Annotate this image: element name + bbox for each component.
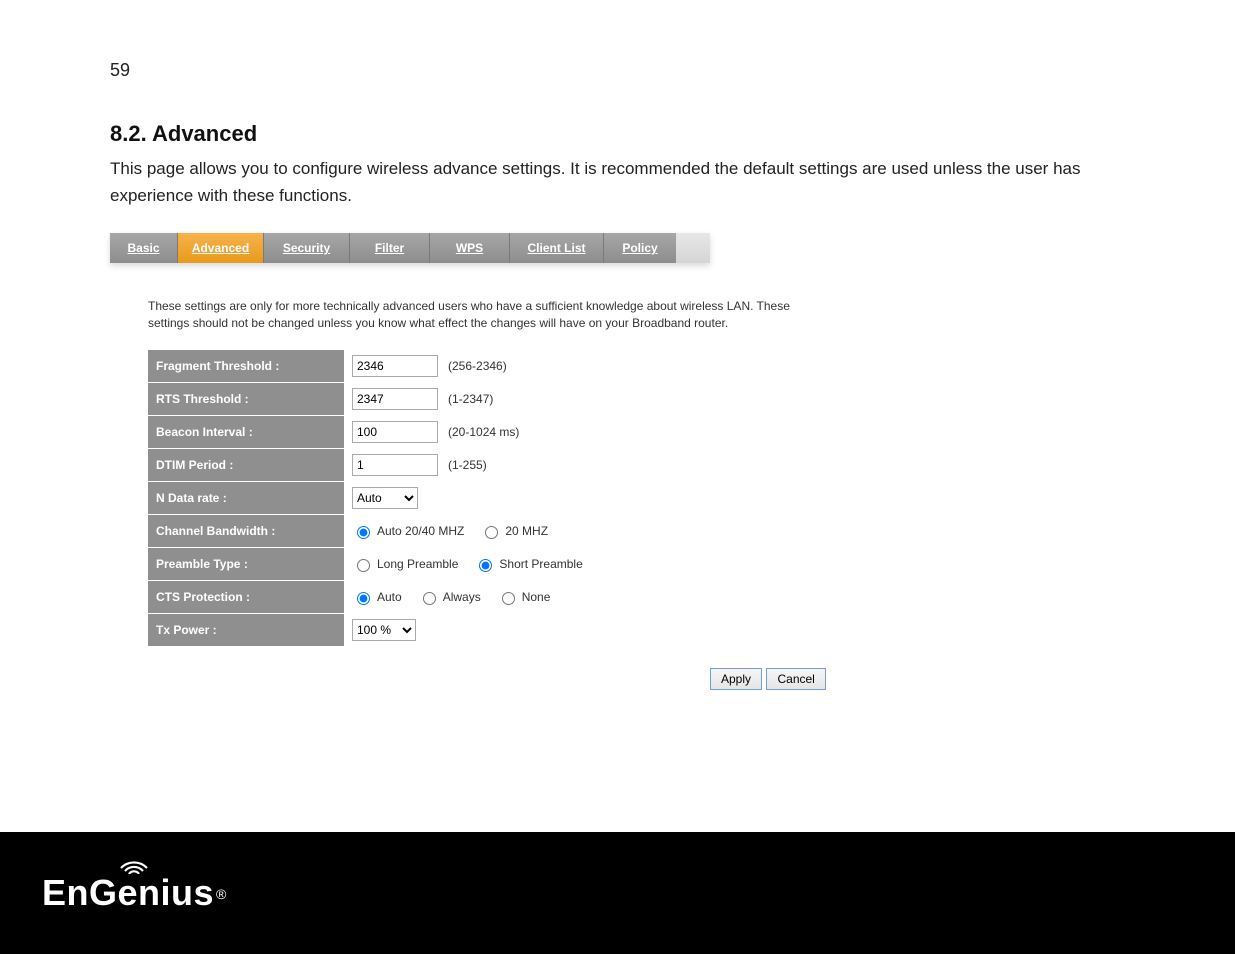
row-cts-protection: CTS Protection : Auto Always None (148, 581, 1125, 613)
engenius-logo: EnGenius® (42, 872, 226, 914)
radio-preamble-short-text: Short Preamble (499, 557, 582, 571)
logo-text: EnGenius (42, 872, 214, 913)
select-tx-power[interactable]: 100 % (352, 619, 416, 641)
radio-cts-auto[interactable] (357, 592, 370, 605)
radio-cts-auto-label[interactable]: Auto (352, 589, 402, 605)
radio-preamble-long-label[interactable]: Long Preamble (352, 556, 458, 572)
tab-security[interactable]: Security (264, 233, 350, 263)
radio-cts-none[interactable] (502, 592, 515, 605)
tab-policy[interactable]: Policy (604, 233, 676, 263)
hint-dtim-period: (1-255) (448, 458, 487, 472)
hint-beacon-interval: (20-1024 ms) (448, 425, 519, 439)
radio-cts-none-text: None (522, 590, 551, 604)
row-fragment-threshold: Fragment Threshold : (256-2346) (148, 350, 1125, 382)
row-tx-power: Tx Power : 100 % (148, 614, 1125, 646)
router-ui-screenshot: Basic Advanced Security Filter WPS Clien… (110, 229, 1125, 690)
logo-registered: ® (216, 886, 226, 902)
row-n-data-rate: N Data rate : Auto (148, 482, 1125, 514)
tab-basic[interactable]: Basic (110, 233, 178, 263)
radio-preamble-short[interactable] (479, 559, 492, 572)
label-preamble-type: Preamble Type : (148, 548, 344, 580)
input-dtim-period[interactable] (352, 454, 438, 476)
row-preamble-type: Preamble Type : Long Preamble Short Prea… (148, 548, 1125, 580)
section-heading: 8.2. Advanced (110, 121, 1125, 147)
warning-text: These settings are only for more technic… (148, 298, 808, 332)
radio-chbw-20[interactable] (485, 526, 498, 539)
label-rts-threshold: RTS Threshold : (148, 383, 344, 415)
tab-advanced[interactable]: Advanced (178, 233, 264, 263)
radio-cts-always[interactable] (423, 592, 436, 605)
radio-chbw-20-label[interactable]: 20 MHZ (480, 523, 548, 539)
radio-cts-always-text: Always (443, 590, 481, 604)
label-cts-protection: CTS Protection : (148, 581, 344, 613)
label-tx-power: Tx Power : (148, 614, 344, 646)
hint-rts-threshold: (1-2347) (448, 392, 493, 406)
tab-bar: Basic Advanced Security Filter WPS Clien… (110, 233, 710, 263)
radio-chbw-auto-text: Auto 20/40 MHZ (377, 524, 464, 538)
radio-chbw-auto[interactable] (357, 526, 370, 539)
input-beacon-interval[interactable] (352, 421, 438, 443)
radio-cts-none-label[interactable]: None (497, 589, 551, 605)
cancel-button[interactable]: Cancel (766, 668, 825, 690)
section-intro: This page allows you to configure wirele… (110, 155, 1125, 209)
tab-filter[interactable]: Filter (350, 233, 430, 263)
settings-table: Fragment Threshold : (256-2346) RTS Thre… (148, 350, 1125, 646)
input-fragment-threshold[interactable] (352, 355, 438, 377)
radio-preamble-short-label[interactable]: Short Preamble (474, 556, 582, 572)
apply-button[interactable]: Apply (710, 668, 762, 690)
page-footer: EnGenius® (0, 832, 1235, 954)
button-row: Apply Cancel (110, 668, 1125, 690)
select-n-data-rate[interactable]: Auto (352, 487, 418, 509)
radio-preamble-long[interactable] (357, 559, 370, 572)
label-n-data-rate: N Data rate : (148, 482, 344, 514)
label-beacon-interval: Beacon Interval : (148, 416, 344, 448)
radio-cts-auto-text: Auto (377, 590, 402, 604)
radio-chbw-20-text: 20 MHZ (505, 524, 548, 538)
label-channel-bandwidth: Channel Bandwidth : (148, 515, 344, 547)
radio-chbw-auto-label[interactable]: Auto 20/40 MHZ (352, 523, 464, 539)
row-rts-threshold: RTS Threshold : (1-2347) (148, 383, 1125, 415)
tab-wps[interactable]: WPS (430, 233, 510, 263)
row-beacon-interval: Beacon Interval : (20-1024 ms) (148, 416, 1125, 448)
row-channel-bandwidth: Channel Bandwidth : Auto 20/40 MHZ 20 MH… (148, 515, 1125, 547)
radio-preamble-long-text: Long Preamble (377, 557, 458, 571)
hint-fragment-threshold: (256-2346) (448, 359, 507, 373)
row-dtim-period: DTIM Period : (1-255) (148, 449, 1125, 481)
page-number: 59 (110, 60, 1125, 81)
input-rts-threshold[interactable] (352, 388, 438, 410)
tab-client-list[interactable]: Client List (510, 233, 604, 263)
wifi-icon (117, 850, 151, 874)
label-fragment-threshold: Fragment Threshold : (148, 350, 344, 382)
label-dtim-period: DTIM Period : (148, 449, 344, 481)
radio-cts-always-label[interactable]: Always (418, 589, 481, 605)
